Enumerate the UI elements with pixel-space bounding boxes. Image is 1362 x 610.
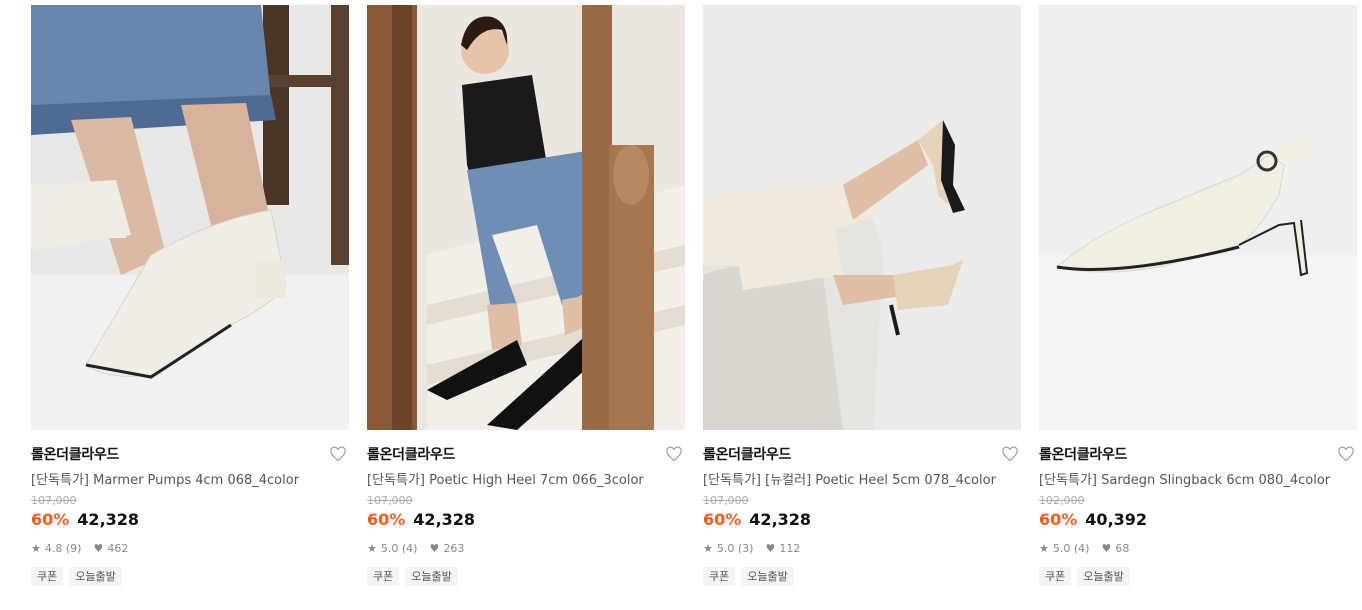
star-icon: ★ (367, 541, 377, 555)
product-title[interactable]: [단독특가] Poetic High Heel 7cm 066_3color (367, 469, 685, 488)
coupon-tag: 쿠폰 (703, 567, 736, 586)
sale-price: 42,328 (413, 510, 476, 529)
product-title[interactable]: [단독특가] Sardegn Slingback 6cm 080_4color (1039, 469, 1357, 488)
product-grid: 롤온더클라우드 [단독특가] Marmer Pumps 4cm 068_4col… (31, 5, 1357, 586)
rating-text: 5.0 (3) (716, 541, 754, 555)
rating-text: 5.0 (4) (1052, 541, 1090, 555)
original-price: 107,000 (31, 494, 77, 507)
rating-text: 4.8 (9) (44, 541, 82, 555)
heart-filled-icon: ♥ (93, 541, 104, 555)
product-image[interactable] (31, 5, 349, 430)
like-count: 112 (779, 541, 801, 555)
product-image[interactable] (703, 5, 1021, 430)
sale-price: 42,328 (77, 510, 140, 529)
ship-today-tag: 오늘출발 (741, 567, 794, 586)
product-title[interactable]: [단독특가] Marmer Pumps 4cm 068_4color (31, 469, 349, 488)
heart-icon[interactable] (329, 446, 347, 462)
original-price: 107,000 (367, 494, 413, 507)
sale-price: 40,392 (1085, 510, 1148, 529)
heart-filled-icon: ♥ (765, 541, 776, 555)
like-count: 68 (1115, 541, 1130, 555)
heart-icon[interactable] (1337, 446, 1355, 462)
like-count: 263 (443, 541, 465, 555)
product-card[interactable]: 롤온더클라우드 [단독특가] Poetic High Heel 7cm 066_… (367, 5, 685, 586)
product-title[interactable]: [단독특가] [뉴컬러] Poetic Heel 5cm 078_4color (703, 469, 1021, 488)
discount-rate: 60% (703, 510, 742, 529)
ship-today-tag: 오늘출발 (69, 567, 122, 586)
heart-filled-icon: ♥ (429, 541, 440, 555)
product-card[interactable]: 롤온더클라우드 [단독특가] Marmer Pumps 4cm 068_4col… (31, 5, 349, 586)
product-image[interactable] (367, 5, 685, 430)
brand-name[interactable]: 롤온더클라우드 (1039, 444, 1127, 464)
ship-today-tag: 오늘출발 (1077, 567, 1130, 586)
brand-name[interactable]: 롤온더클라우드 (31, 444, 119, 464)
sale-price: 42,328 (749, 510, 812, 529)
heart-icon[interactable] (665, 446, 683, 462)
rating-text: 5.0 (4) (380, 541, 418, 555)
original-price: 107,000 (703, 494, 749, 507)
star-icon: ★ (703, 541, 713, 555)
product-image[interactable] (1039, 5, 1357, 430)
star-icon: ★ (1039, 541, 1049, 555)
original-price: 102,000 (1039, 494, 1085, 507)
discount-rate: 60% (1039, 510, 1078, 529)
coupon-tag: 쿠폰 (1039, 567, 1072, 586)
coupon-tag: 쿠폰 (367, 567, 400, 586)
coupon-tag: 쿠폰 (31, 567, 64, 586)
ship-today-tag: 오늘출발 (405, 567, 458, 586)
star-icon: ★ (31, 541, 41, 555)
heart-filled-icon: ♥ (1101, 541, 1112, 555)
like-count: 462 (107, 541, 129, 555)
heart-icon[interactable] (1001, 446, 1019, 462)
product-card[interactable]: 롤온더클라우드 [단독특가] Sardegn Slingback 6cm 080… (1039, 5, 1357, 586)
discount-rate: 60% (31, 510, 70, 529)
discount-rate: 60% (367, 510, 406, 529)
brand-name[interactable]: 롤온더클라우드 (703, 444, 791, 464)
brand-name[interactable]: 롤온더클라우드 (367, 444, 455, 464)
product-card[interactable]: 롤온더클라우드 [단독특가] [뉴컬러] Poetic Heel 5cm 078… (703, 5, 1021, 586)
